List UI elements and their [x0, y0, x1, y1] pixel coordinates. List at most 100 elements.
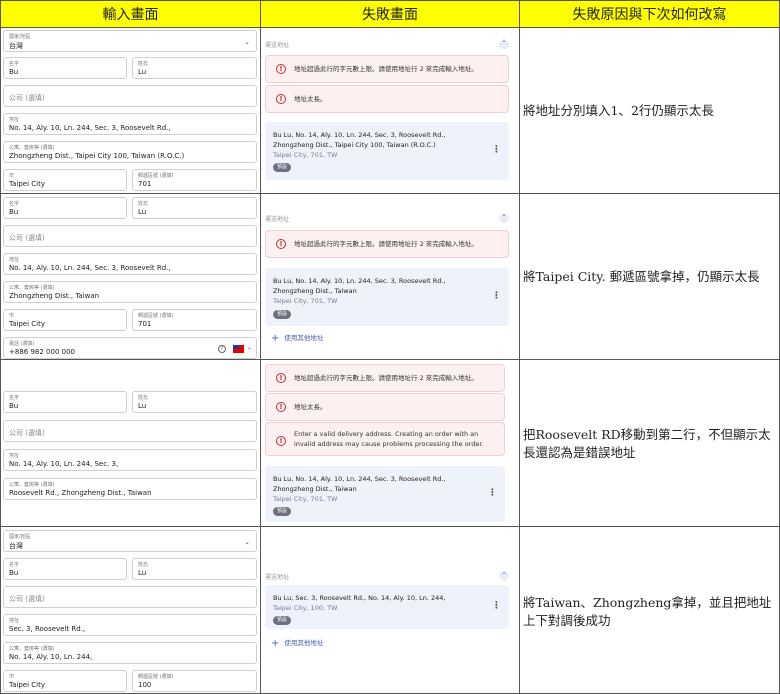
collapse-icon[interactable]: ⌃ [499, 571, 509, 581]
last-name-field[interactable]: 姓氏 Lu [132, 197, 257, 219]
first-name-field[interactable]: 名字 Bu [3, 57, 127, 79]
comparison-table: 輸入畫面 失敗畫面 失敗原因與下次如何改寫 國家/地區 台灣 ⌄ 名字 Bu 姓… [0, 0, 780, 694]
address-value: No. 14, Aly. 10, Ln. 244, Sec. 3, [9, 460, 119, 468]
more-options-icon[interactable]: ⋮ [488, 488, 497, 498]
header-failure: 失敗畫面 [261, 0, 520, 28]
error-message: ! 地址太長。 [265, 393, 505, 421]
more-options-icon[interactable]: ⋮ [492, 601, 501, 611]
error-text: 地址超過此行的字元數上限。請使用地址行 2 來完成輸入地址。 [294, 374, 478, 382]
last-name-field[interactable]: 姓氏 Lu [132, 558, 257, 580]
city-value: Taipei City [9, 681, 45, 689]
collapse-icon[interactable]: ⌃ [499, 39, 509, 49]
address-field[interactable]: 地址 No. 14, Aly. 10, Ln. 244, Sec. 3, Roo… [3, 253, 257, 275]
address-value: No. 14, Aly. 10, Ln. 244, Sec. 3, Roosev… [9, 124, 171, 132]
shipping-label: 運送地址 [265, 574, 290, 581]
apartment-field[interactable]: 公寓、套房等 (選填) Roosevelt Rd., Zhongzheng Di… [3, 478, 257, 500]
last-name-label: 姓氏 [138, 201, 149, 207]
country-value: 台灣 [9, 42, 23, 50]
default-badge: 預設 [273, 163, 292, 172]
postal-label: 郵遞區號 (選填) [138, 313, 174, 319]
company-placeholder: 公司 (選填) [9, 234, 45, 242]
taiwan-flag-icon[interactable] [233, 345, 244, 353]
apartment-field[interactable]: 公寓、套房等 (選填) Zhongzheng Dist., Taiwan [3, 281, 257, 303]
apartment-label: 公寓、套房等 (選填) [9, 646, 55, 652]
country-value: 台灣 [9, 542, 23, 550]
reason-note: 把Roosevelt RD移動到第二行，不但顯示太長還認為是錯誤地址 [523, 427, 771, 460]
country-label: 國家/地區 [9, 34, 31, 40]
header-failure-text: 失敗畫面 [362, 7, 418, 23]
company-field[interactable]: 公司 (選填) [3, 225, 257, 247]
first-name-field[interactable]: 名字 Bu [3, 391, 127, 413]
address-card-sub: Taipei City, 701, TW [273, 297, 338, 305]
city-field[interactable]: 市 Taipei City [3, 670, 127, 692]
reason-cell: 把Roosevelt RD移動到第二行，不但顯示太長還認為是錯誤地址 [520, 360, 780, 526]
error-text: 地址超過此行的字元數上限。請使用地址行 2 來完成輸入地址。 [294, 65, 478, 73]
collapse-icon[interactable]: ⌃ [499, 213, 509, 223]
city-field[interactable]: 市 Taipei City [3, 309, 127, 331]
address-field[interactable]: 地址 No. 14, Aly. 10, Ln. 244, Sec. 3, [3, 449, 257, 471]
last-name-field[interactable]: 姓氏 Lu [132, 57, 257, 79]
input-cell: 國家/地區 台灣 ⌄ 名字 Bu 姓氏 Lu 公司 (選填) 地址 Sec. 3… [0, 527, 261, 693]
first-name-label: 名字 [9, 61, 20, 67]
company-field[interactable]: 公司 (選填) [3, 420, 257, 442]
error-text: 地址太長。 [294, 403, 327, 411]
apartment-label: 公寓、套房等 (選填) [9, 145, 55, 151]
address-card[interactable]: Bu Lu, No. 14, Aly. 10, Ln. 244, Sec. 3,… [265, 466, 505, 522]
last-name-value: Lu [138, 569, 147, 577]
error-icon: ! [276, 373, 286, 383]
address-field[interactable]: 地址 Sec. 3, Roosevelt Rd., [3, 614, 257, 636]
more-options-icon[interactable]: ⋮ [492, 291, 501, 301]
help-icon[interactable]: ? [218, 345, 226, 353]
last-name-value: Lu [138, 68, 147, 76]
company-placeholder: 公司 (選填) [9, 429, 45, 437]
error-message: ! Enter a valid delivery address. Creati… [265, 422, 505, 456]
header-reason-text: 失敗原因與下次如何改寫 [572, 7, 727, 23]
address-field[interactable]: 地址 No. 14, Aly. 10, Ln. 244, Sec. 3, Roo… [3, 113, 257, 135]
first-name-value: Bu [9, 208, 19, 216]
use-other-address-link[interactable]: + 使用其他地址 [271, 332, 323, 344]
address-card[interactable]: Bu Lu, No. 14, Aly. 10, Ln. 244, Sec. 3,… [265, 268, 509, 326]
chevron-down-icon: ⌄ [246, 344, 252, 351]
plus-icon: + [271, 333, 280, 344]
last-name-value: Lu [138, 402, 147, 410]
error-text: 地址超過此行的字元數上限。請使用地址行 2 來完成輸入地址。 [294, 240, 478, 248]
last-name-label: 姓氏 [138, 395, 149, 401]
use-other-address-link[interactable]: + 使用其他地址 [271, 637, 323, 649]
address-card-sub: Taipei City, 701, TW [273, 495, 338, 503]
input-cell: 名字 Bu 姓氏 Lu 公司 (選填) 地址 No. 14, Aly. 10, … [0, 194, 261, 359]
postal-field[interactable]: 郵遞區號 (選填) 100 [132, 670, 257, 692]
default-badge: 預設 [273, 616, 292, 625]
address-card-text: Bu Lu, No. 14, Aly. 10, Ln. 244, Sec. 3,… [273, 474, 485, 494]
city-field[interactable]: 市 Taipei City [3, 169, 127, 191]
reason-note: 將Taipei City. 郵遞區號拿掉，仍顯示太長 [523, 269, 760, 284]
first-name-value: Bu [9, 402, 19, 410]
company-field[interactable]: 公司 (選填) [3, 586, 257, 608]
more-options-icon[interactable]: ⋮ [492, 145, 501, 155]
country-label: 國家/地區 [9, 534, 31, 540]
postal-field[interactable]: 郵遞區號 (選填) 701 [132, 309, 257, 331]
apartment-value: No. 14, Aly. 10, Ln. 244, [9, 653, 93, 661]
table-row: 名字 Bu 姓氏 Lu 公司 (選填) 地址 No. 14, Aly. 10, … [0, 194, 780, 360]
apartment-field[interactable]: 公寓、套房等 (選填) No. 14, Aly. 10, Ln. 244, [3, 642, 257, 664]
address-card[interactable]: Bu Lu, No. 14, Aly. 10, Ln. 244, Sec. 3,… [265, 122, 509, 180]
first-name-field[interactable]: 名字 Bu [3, 558, 127, 580]
phone-field[interactable]: 電話 (選填) +886 982 000 000 ? ⌄ [3, 337, 257, 359]
company-field[interactable]: 公司 (選填) [3, 85, 257, 107]
postal-value: 701 [138, 180, 152, 188]
apartment-value: Zhongzheng Dist., Taiwan [9, 292, 100, 300]
postal-field[interactable]: 郵遞區號 (選填) 701 [132, 169, 257, 191]
phone-label: 電話 (選填) [9, 341, 35, 347]
apartment-value: Roosevelt Rd., Zhongzheng Dist., Taiwan [9, 489, 152, 497]
address-card[interactable]: Bu Lu, Sec. 3, Roosevelt Rd., No. 14, Al… [265, 585, 509, 629]
last-name-field[interactable]: 姓氏 Lu [132, 391, 257, 413]
address-card-line: Zhongzheng Dist., Taiwan [273, 287, 357, 295]
apartment-label: 公寓、套房等 (選填) [9, 285, 55, 291]
table-row: 國家/地區 台灣 ⌄ 名字 Bu 姓氏 Lu 公司 (選填) 地址 No. 14… [0, 28, 780, 194]
country-select[interactable]: 國家/地區 台灣 ⌄ [3, 530, 257, 552]
address-card-line: Zhongzheng Dist., Taiwan [273, 485, 357, 493]
apartment-field[interactable]: 公寓、套房等 (選填) Zhongzheng Dist., Taipei Cit… [3, 141, 257, 163]
error-message: ! 地址超過此行的字元數上限。請使用地址行 2 來完成輸入地址。 [265, 230, 509, 258]
first-name-field[interactable]: 名字 Bu [3, 197, 127, 219]
country-select[interactable]: 國家/地區 台灣 ⌄ [3, 30, 257, 52]
table-row: 國家/地區 台灣 ⌄ 名字 Bu 姓氏 Lu 公司 (選填) 地址 Sec. 3… [0, 527, 780, 694]
